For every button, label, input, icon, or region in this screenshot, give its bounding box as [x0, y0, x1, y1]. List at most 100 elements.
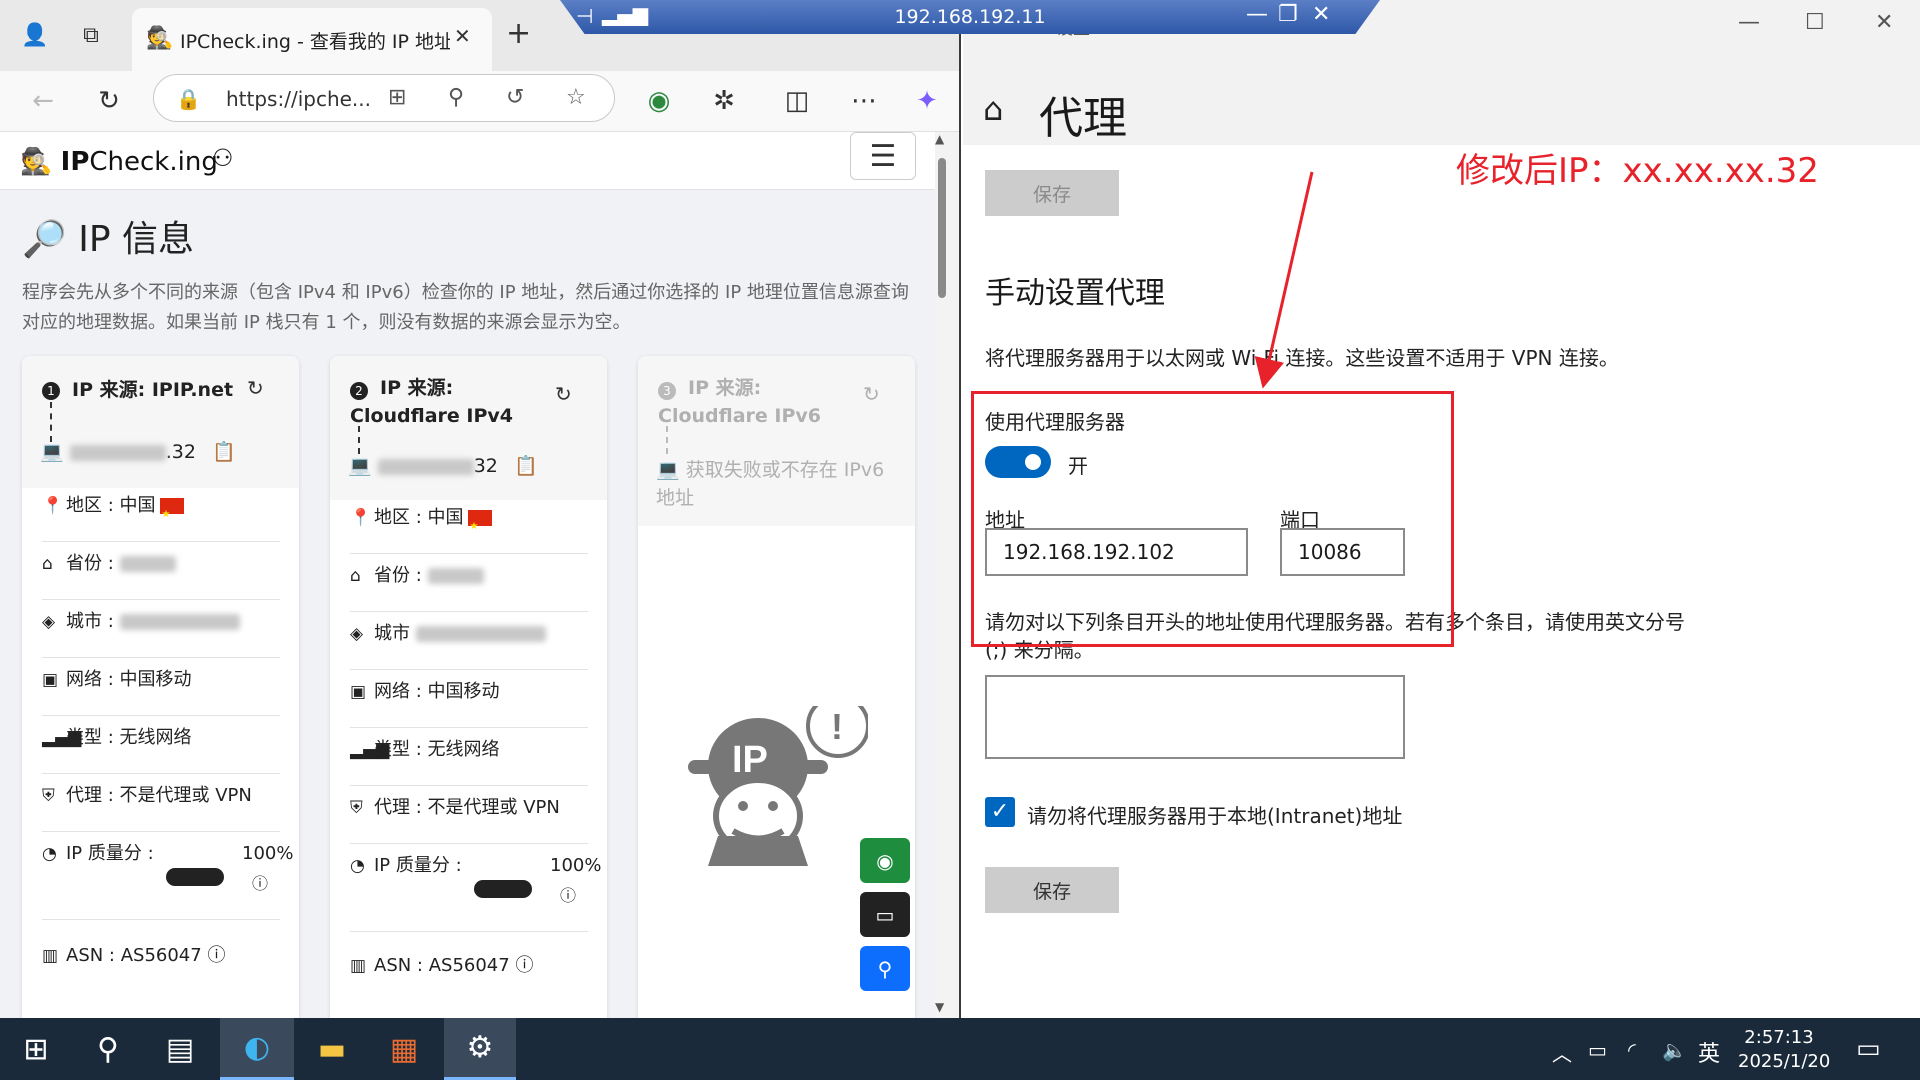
- diamond-icon: ◈: [350, 624, 364, 644]
- scroll-thumb[interactable]: [938, 158, 946, 298]
- tray-chevron-icon[interactable]: ︿: [1552, 1038, 1572, 1067]
- more-menu-icon[interactable]: ⋯: [845, 82, 883, 120]
- clock-time: 2:57:13: [1744, 1027, 1814, 1048]
- copy-icon[interactable]: 📋: [212, 441, 236, 463]
- quality-label: IP 质量分 :: [66, 843, 154, 864]
- spy-ip-icon: IP !: [688, 694, 870, 866]
- profile-icon[interactable]: 👤: [16, 16, 54, 54]
- split-screen-icon[interactable]: ◫: [778, 82, 816, 120]
- site-logo[interactable]: 🕵 IPCheck.ing: [20, 147, 218, 177]
- browser-scrollbar[interactable]: ▲ ▼: [935, 132, 947, 1018]
- logo-rest: Check.ing: [89, 147, 218, 177]
- save-button-top[interactable]: 保存: [985, 170, 1119, 216]
- row-type: ▂▄▆类型 : 无线网络: [42, 718, 280, 774]
- settings-gear-icon[interactable]: ⚙: [444, 1018, 516, 1080]
- edge-browser-icon[interactable]: ◐: [220, 1018, 294, 1080]
- house-icon: ⌂: [350, 566, 361, 586]
- read-aloud-icon[interactable]: ↺: [506, 85, 524, 110]
- save-button[interactable]: 保存: [985, 867, 1119, 913]
- rdp-minimize-icon[interactable]: —: [1246, 2, 1268, 27]
- terminal-icon-button[interactable]: ▭: [860, 892, 910, 937]
- status-text: 获取失败或不存在 IPv6 地址: [656, 459, 885, 509]
- back-icon[interactable]: ←: [24, 82, 62, 120]
- logo-bold: IP: [60, 147, 90, 177]
- scroll-down-icon[interactable]: ▼: [935, 1000, 944, 1014]
- site-navbar: 🕵 IPCheck.ing ⚇ ☰: [0, 132, 935, 190]
- theme-toggle-icon[interactable]: ⚇: [212, 144, 234, 172]
- extensions-icon[interactable]: ✲: [705, 82, 743, 120]
- rdp-close-icon[interactable]: ✕: [1312, 2, 1330, 27]
- app-available-icon[interactable]: ⊞: [388, 85, 406, 110]
- help-icon[interactable]: ⓘ: [252, 864, 268, 904]
- volume-icon[interactable]: 🔈: [1662, 1038, 1687, 1062]
- scroll-up-icon[interactable]: ▲: [935, 132, 944, 146]
- refresh-icon[interactable]: ↻: [247, 376, 264, 400]
- search-icon-button[interactable]: ⚲: [860, 946, 910, 991]
- clock-date: 2025/1/20: [1738, 1051, 1831, 1072]
- card-header: 3 IP 来源: Cloudflare IPv6 ↻ 💻 获取失败或不存在 IP…: [638, 356, 915, 526]
- wifi-icon[interactable]: ◜: [1628, 1038, 1636, 1062]
- eye-icon-button[interactable]: ◉: [860, 838, 910, 883]
- favorite-star-icon[interactable]: ☆: [566, 85, 586, 110]
- tab-title: IPCheck.ing - 查看我的 IP 地址 - I: [180, 31, 450, 53]
- search-icon[interactable]: ⚲: [72, 1018, 144, 1080]
- url-text[interactable]: https://ipche...: [226, 87, 371, 111]
- extension-globe-icon[interactable]: ◉: [640, 82, 678, 120]
- refresh-icon[interactable]: ↻: [863, 382, 880, 406]
- row-asn: ▥ ASN : AS56047 ⓘ: [42, 936, 280, 992]
- rdp-restore-icon[interactable]: ❐: [1278, 2, 1298, 27]
- home-icon[interactable]: ⌂: [983, 90, 1003, 128]
- new-tab-button[interactable]: +: [506, 16, 531, 51]
- refresh-icon[interactable]: ↻: [90, 82, 128, 120]
- row-type: ▂▄▆类型 : 无线网络: [350, 730, 588, 786]
- masked-province: [119, 556, 176, 572]
- zoom-icon[interactable]: ⚲: [448, 85, 464, 110]
- info-icon[interactable]: ⓘ: [515, 955, 533, 976]
- minimize-icon[interactable]: —: [1738, 10, 1760, 35]
- notifications-icon[interactable]: ▭: [1856, 1034, 1881, 1064]
- card-title: IP 来源: Cloudflare IPv4: [350, 377, 514, 427]
- page-title-text: IP 信息: [78, 219, 195, 260]
- building-icon: ▥: [350, 956, 367, 976]
- tab-actions-icon[interactable]: ⧉: [72, 16, 110, 54]
- address-bar[interactable]: 🔒 https://ipche... ⊞ ⚲ ↺ ☆: [153, 74, 615, 122]
- exceptions-field[interactable]: [985, 675, 1405, 759]
- card-title: IP 来源: Cloudflare IPv6: [658, 377, 822, 427]
- asn-text: ASN : AS56047: [66, 945, 202, 966]
- row-city: ◈ 城市: [350, 614, 588, 670]
- local-bypass-label: 请勿将代理服务器用于本地(Intranet)地址: [1027, 804, 1403, 828]
- laptop-icon: 💻: [656, 459, 680, 481]
- copilot-icon[interactable]: ✦: [908, 82, 946, 120]
- maximize-icon[interactable]: ☐: [1805, 10, 1825, 35]
- start-windows-icon[interactable]: ⊞: [0, 1018, 72, 1080]
- input-method[interactable]: 英: [1698, 1036, 1720, 1068]
- hamburger-menu-icon[interactable]: ☰: [850, 132, 916, 180]
- ip-suffix: .32: [165, 441, 196, 463]
- refresh-icon[interactable]: ↻: [555, 382, 572, 406]
- type-text: 类型 : 无线网络: [374, 739, 500, 760]
- local-bypass-checkbox[interactable]: ✓: [985, 797, 1015, 827]
- card-header: 2 IP 来源: Cloudflare IPv4 ↻ 💻 32 📋: [330, 356, 607, 500]
- settings-page-title: 代理: [1039, 93, 1127, 144]
- connector-line: [358, 426, 360, 454]
- masked-ip: [69, 444, 166, 461]
- ip-card-1: 1 IP 来源: IPIP.net ↻ 💻 .32 📋 📍地区 : 中国 ⌂ 省份…: [22, 356, 299, 1018]
- network-icon: ▣: [42, 670, 59, 690]
- ip-suffix: 32: [473, 455, 498, 477]
- clock[interactable]: 2:57:13 2025/1/20: [1738, 1026, 1831, 1074]
- tab-ipcheck[interactable]: 🕵 IPCheck.ing - 查看我的 IP 地址 - I ✕: [132, 8, 492, 71]
- close-icon[interactable]: ✕: [1875, 10, 1893, 35]
- close-tab-icon[interactable]: ✕: [454, 24, 471, 48]
- signal-icon: ▂▄▆: [42, 728, 82, 748]
- task-view-icon[interactable]: ▤: [144, 1018, 216, 1080]
- help-icon[interactable]: ⓘ: [560, 876, 576, 916]
- connector-line: [50, 402, 52, 442]
- file-explorer-icon[interactable]: ▬: [296, 1018, 368, 1080]
- store-icon[interactable]: ▦: [368, 1018, 440, 1080]
- info-icon[interactable]: ⓘ: [207, 945, 225, 966]
- row-proxy: ⛨ 代理 : 不是代理或 VPN: [42, 776, 280, 832]
- lock-icon[interactable]: 🔒: [176, 87, 201, 111]
- copy-icon[interactable]: 📋: [514, 455, 538, 477]
- battery-icon[interactable]: ▭: [1588, 1038, 1607, 1062]
- province-text: 省份 :: [66, 553, 114, 574]
